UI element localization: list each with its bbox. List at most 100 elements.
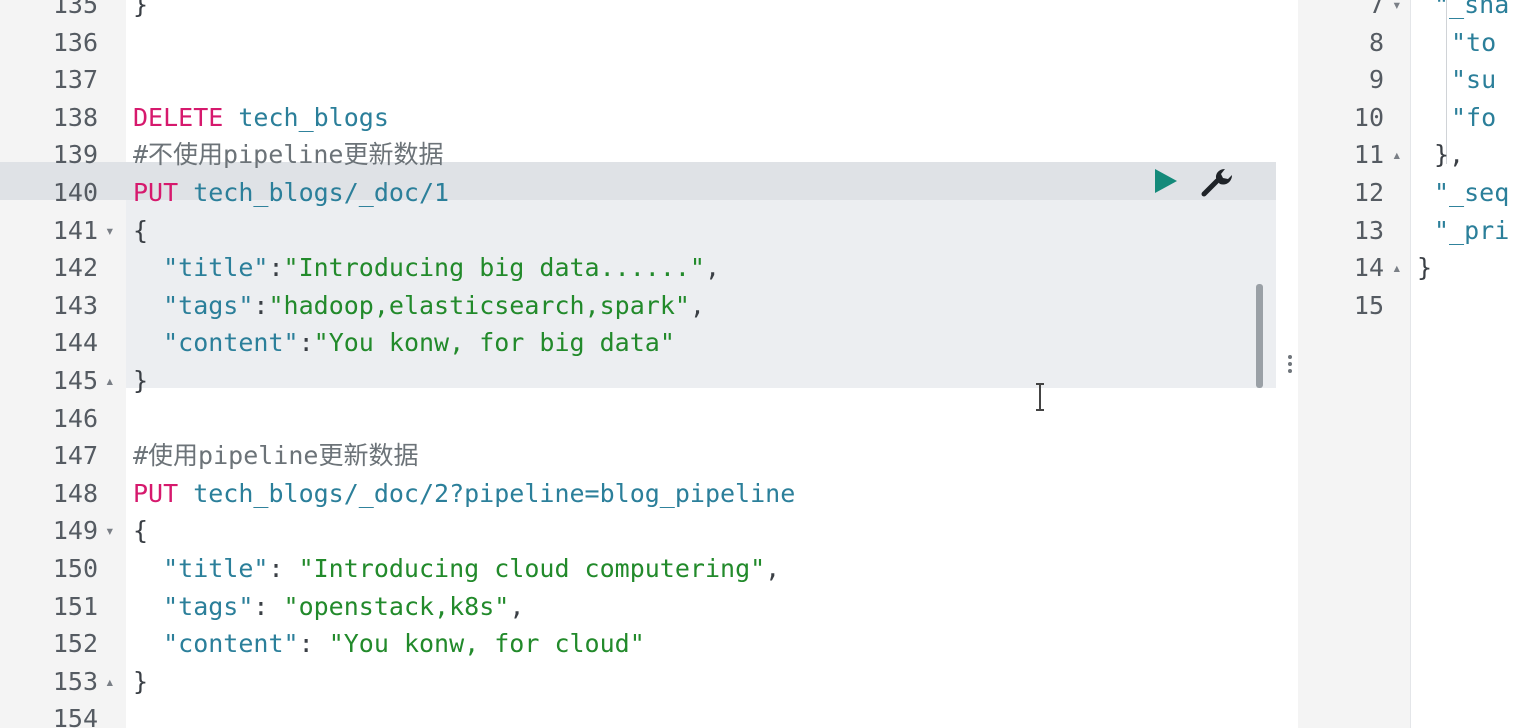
line-number: 9 bbox=[1368, 65, 1384, 95]
response-text: "_sha bbox=[1434, 0, 1510, 19]
response-line: 13 "_pri bbox=[1298, 212, 1532, 250]
code-text[interactable]: { bbox=[133, 212, 148, 250]
fold-toggle-icon[interactable]: ▴ bbox=[1392, 249, 1408, 287]
line-number: 149 bbox=[52, 516, 98, 546]
code-text[interactable]: #使用pipeline更新数据 bbox=[133, 437, 418, 475]
line-number: 14 bbox=[1353, 253, 1384, 283]
code-text[interactable]: "content": "You konw, for cloud" bbox=[133, 625, 645, 663]
code-text[interactable]: "content":"You konw, for big data" bbox=[133, 324, 675, 362]
line-number: 146 bbox=[52, 403, 98, 433]
code-line[interactable]: 149 ▾ { bbox=[0, 512, 1276, 550]
code-token: : bbox=[268, 253, 284, 283]
code-token: } bbox=[133, 666, 149, 696]
code-text[interactable]: "tags": "openstack,k8s", bbox=[133, 588, 524, 626]
code-text[interactable]: DELETE tech_blogs bbox=[133, 99, 389, 137]
code-token: tech_blogs bbox=[223, 102, 389, 132]
code-token: } bbox=[133, 0, 149, 19]
code-line[interactable]: 135} bbox=[0, 0, 1276, 24]
code-token: { bbox=[133, 215, 149, 245]
code-line[interactable]: 144 "content":"You konw, for big data" bbox=[0, 324, 1276, 362]
code-text[interactable]: } bbox=[133, 663, 148, 701]
line-number: 148 bbox=[52, 478, 98, 508]
response-panel-divider bbox=[1410, 0, 1411, 728]
code-token: "openstack,k8s" bbox=[283, 591, 510, 621]
code-text[interactable]: { bbox=[133, 512, 148, 550]
code-token: DELETE bbox=[133, 102, 224, 132]
line-number: 154 bbox=[52, 704, 98, 728]
code-token: "Introducing big data......" bbox=[283, 253, 705, 283]
code-text[interactable]: } bbox=[133, 362, 148, 400]
line-number: 142 bbox=[52, 253, 98, 283]
code-line[interactable]: 141 ▾ { bbox=[0, 212, 1276, 250]
code-line[interactable]: 148 PUT tech_blogs/_doc/2?pipeline=blog_p… bbox=[0, 475, 1276, 513]
play-icon[interactable] bbox=[1150, 166, 1180, 196]
code-token: { bbox=[133, 516, 149, 546]
response-line: 15 bbox=[1298, 287, 1532, 325]
code-line[interactable]: 137 bbox=[0, 61, 1276, 99]
panel-resize-handle[interactable] bbox=[1286, 352, 1294, 388]
code-line[interactable]: 154 bbox=[0, 700, 1276, 728]
request-editor[interactable]: 135} 136 137 138 DELETE tech_blogs 139 #不使用pip… bbox=[0, 0, 1278, 728]
code-token: #使用pipeline更新数据 bbox=[133, 441, 419, 471]
code-token: , bbox=[509, 591, 525, 621]
code-text[interactable]: PUT tech_blogs/_doc/1 bbox=[133, 174, 449, 212]
code-text[interactable]: #不使用pipeline更新数据 bbox=[133, 136, 443, 174]
code-line[interactable]: 142 "title":"Introducing big data......"… bbox=[0, 249, 1276, 287]
text-cursor-icon bbox=[1036, 383, 1044, 411]
code-text[interactable]: PUT tech_blogs/_doc/2?pipeline=blog_pipe… bbox=[133, 475, 795, 513]
response-text: "_seq bbox=[1434, 178, 1510, 207]
line-number: 139 bbox=[52, 140, 98, 170]
code-token: } bbox=[133, 366, 149, 395]
fold-toggle-icon[interactable]: ▾ bbox=[1392, 0, 1408, 24]
code-line[interactable]: 153 ▴} bbox=[0, 663, 1276, 701]
code-text[interactable]: "title":"Introducing big data......", bbox=[133, 249, 720, 287]
code-token: , bbox=[765, 554, 781, 583]
line-number: 141 bbox=[52, 215, 98, 245]
code-token: "content" bbox=[133, 328, 299, 358]
response-text: "_pri bbox=[1434, 215, 1510, 245]
code-token: : bbox=[253, 591, 284, 621]
code-line[interactable]: 145 ▴} bbox=[0, 362, 1276, 400]
code-line[interactable]: 138 DELETE tech_blogs bbox=[0, 99, 1276, 137]
code-line[interactable]: 143 "tags":"hadoop,elasticsearch,spark", bbox=[0, 287, 1276, 325]
line-number: 10 bbox=[1353, 102, 1384, 132]
response-line: 10 "fo bbox=[1298, 99, 1532, 137]
response-text: "su bbox=[1451, 65, 1497, 95]
fold-toggle-icon[interactable]: ▴ bbox=[105, 362, 121, 400]
code-token: : bbox=[253, 290, 269, 320]
response-text: }, bbox=[1434, 140, 1465, 170]
response-text: "fo bbox=[1451, 102, 1497, 132]
line-number: 138 bbox=[52, 102, 98, 132]
code-line[interactable]: 146 bbox=[0, 400, 1276, 438]
fold-toggle-icon[interactable]: ▾ bbox=[105, 512, 121, 550]
code-text[interactable]: } bbox=[133, 0, 148, 24]
wrench-icon[interactable] bbox=[1200, 166, 1234, 198]
code-token: tech_blogs/_doc/1 bbox=[178, 178, 450, 207]
code-line[interactable]: 152 "content": "You konw, for cloud" bbox=[0, 625, 1276, 663]
code-token: : bbox=[268, 554, 299, 583]
code-text[interactable]: "tags":"hadoop,elasticsearch,spark", bbox=[133, 287, 705, 325]
line-number: 151 bbox=[52, 591, 98, 621]
line-number: 137 bbox=[52, 65, 98, 95]
code-line[interactable]: 151 "tags": "openstack,k8s", bbox=[0, 588, 1276, 626]
response-line: 9 "su bbox=[1298, 61, 1532, 99]
code-line[interactable]: 139 #不使用pipeline更新数据 bbox=[0, 136, 1276, 174]
code-token: , bbox=[704, 253, 721, 283]
code-line[interactable]: 136 bbox=[0, 24, 1276, 62]
fold-toggle-icon[interactable]: ▴ bbox=[1392, 136, 1408, 174]
editor-scrollbar[interactable] bbox=[1256, 284, 1263, 388]
code-line[interactable]: 140 PUT tech_blogs/_doc/1 bbox=[0, 174, 1276, 212]
line-number: 147 bbox=[52, 441, 98, 471]
response-line: 11 ▴}, bbox=[1298, 136, 1532, 174]
line-number: 8 bbox=[1368, 27, 1384, 57]
fold-toggle-icon[interactable]: ▴ bbox=[105, 663, 121, 701]
code-token: : bbox=[298, 629, 329, 659]
code-line[interactable]: 147 #使用pipeline更新数据 bbox=[0, 437, 1276, 475]
response-line: 7 ▾ "_sha bbox=[1298, 0, 1532, 24]
code-token: "tags" bbox=[133, 591, 254, 621]
code-line[interactable]: 150 "title": "Introducing cloud computer… bbox=[0, 550, 1276, 588]
fold-toggle-icon[interactable]: ▾ bbox=[105, 212, 121, 250]
code-text[interactable]: "title": "Introducing cloud computering"… bbox=[133, 550, 780, 588]
code-token: "hadoop,elasticsearch,spark" bbox=[268, 290, 690, 320]
response-panel[interactable]: 7 ▾ "_sha 8 "to 9 "su 10 "fo 11 ▴}, 12 "_seq 13 "_pri 1… bbox=[1298, 0, 1532, 728]
